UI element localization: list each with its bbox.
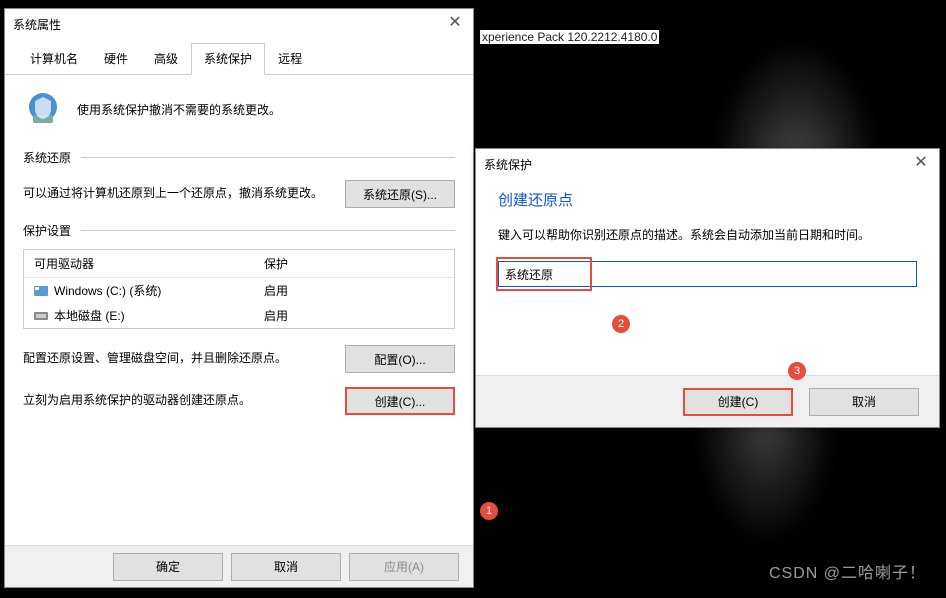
csdn-watermark: CSDN @二哈喇子！ [769,559,926,583]
create-button[interactable]: 创建(C) [683,388,793,416]
callout-3: 3 [788,362,806,380]
ok-button[interactable]: 确定 [113,553,223,581]
drive-status: 启用 [254,278,454,303]
drive-name: 本地磁盘 (E:) [54,307,125,324]
intro-text: 使用系统保护撤消不需要的系统更改。 [77,101,281,118]
section-protect-label: 保护设置 [23,222,71,239]
config-desc: 配置还原设置、管理磁盘空间，并且删除还原点。 [23,349,325,368]
section-restore-label: 系统还原 [23,149,71,166]
close-icon[interactable]: ✕ [911,153,931,173]
dialog-footer: 创建(C) 取消 [476,375,939,427]
tab-advanced[interactable]: 高级 [141,43,191,74]
dialog-desc: 键入可以帮助你识别还原点的描述。系统会自动添加当前日期和时间。 [476,214,939,261]
system-properties-window: 系统属性 ✕ 计算机名 硬件 高级 系统保护 远程 使用系统保护撤消不需要的系统… [4,8,474,588]
table-row[interactable]: Windows (C:) (系统) 启用 [24,278,454,303]
create-restore-point-window: 系统保护 ✕ 创建还原点 键入可以帮助你识别还原点的描述。系统会自动添加当前日期… [475,148,940,428]
window-title: 系统属性 [13,16,61,33]
tab-remote[interactable]: 远程 [265,43,315,74]
restore-desc: 可以通过将计算机还原到上一个还原点，撤消系统更改。 [23,184,325,203]
col-drive[interactable]: 可用驱动器 [24,250,254,277]
cancel-button[interactable]: 取消 [809,388,919,416]
titlebar: 系统属性 ✕ [5,9,473,39]
create-button[interactable]: 创建(C)... [345,387,455,415]
restore-name-input[interactable] [498,261,917,287]
apply-button[interactable]: 应用(A) [349,553,459,581]
table-row[interactable]: 本地磁盘 (E:) 启用 [24,303,454,328]
cancel-button[interactable]: 取消 [231,553,341,581]
divider [81,230,455,231]
win-disk-icon [34,285,48,297]
create-desc: 立刻为启用系统保护的驱动器创建还原点。 [23,391,325,410]
tab-computer-name[interactable]: 计算机名 [17,43,91,74]
shield-icon [23,89,63,129]
table-header: 可用驱动器 保护 [24,250,454,278]
section-protect: 保护设置 [23,222,455,239]
tab-system-protection[interactable]: 系统保护 [191,43,265,75]
callout-1: 1 [480,502,498,520]
intro-row: 使用系统保护撤消不需要的系统更改。 [23,89,455,129]
section-restore: 系统还原 [23,149,455,166]
tab-content: 使用系统保护撤消不需要的系统更改。 系统还原 可以通过将计算机还原到上一个还原点… [5,75,473,443]
drive-table: 可用驱动器 保护 Windows (C:) (系统) 启用 本地磁盘 (E:) … [23,249,455,329]
close-icon[interactable]: ✕ [445,13,465,33]
window-title: 系统保护 [484,156,532,173]
configure-button[interactable]: 配置(O)... [345,345,455,373]
tab-hardware[interactable]: 硬件 [91,43,141,74]
divider [81,157,455,158]
system-restore-button[interactable]: 系统还原(S)... [345,180,455,208]
drive-status: 启用 [254,303,454,328]
titlebar: 系统保护 ✕ [476,149,939,179]
local-disk-icon [34,310,48,322]
col-protection[interactable]: 保护 [254,250,454,277]
callout-2: 2 [612,315,630,333]
tab-strip: 计算机名 硬件 高级 系统保护 远程 [5,43,473,75]
dialog-heading: 创建还原点 [476,179,939,214]
dialog-footer: 确定 取消 应用(A) [5,545,473,587]
drive-name: Windows (C:) (系统) [54,282,161,299]
experience-pack-text: xperience Pack 120.2212.4180.0 [480,30,659,44]
